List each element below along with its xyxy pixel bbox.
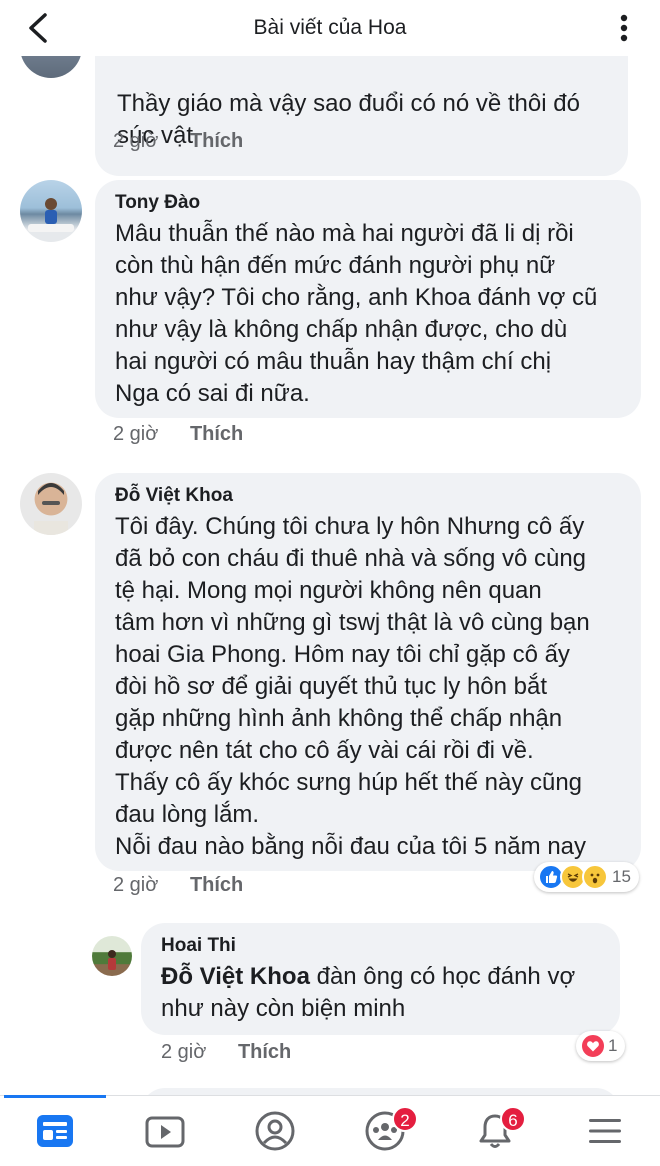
reply-author[interactable]: Hoai Thi <box>161 935 600 957</box>
comment-meta: 2 giờ Thích <box>113 130 243 153</box>
love-reaction-icon <box>580 1033 606 1059</box>
comments-feed[interactable]: Thầy giáo mà vậy sao đuổi có nó về thôi … <box>0 56 660 1096</box>
mention-link[interactable]: Đỗ Việt Khoa <box>161 963 310 990</box>
reply-time: 2 giờ <box>161 1041 207 1063</box>
hamburger-menu-icon <box>589 1119 621 1143</box>
reaction-count: 15 <box>612 867 631 886</box>
notifications-badge: 6 <box>500 1106 526 1132</box>
like-button[interactable]: Thích <box>190 874 243 896</box>
profile-icon <box>255 1111 295 1151</box>
nav-notifications[interactable]: 6 <box>440 1096 550 1166</box>
top-bar: Bài viết của Hoa <box>0 0 660 56</box>
more-vertical-icon <box>620 14 628 42</box>
bottom-navigation: 2 6 <box>0 1095 660 1166</box>
wow-reaction-icon <box>582 864 608 890</box>
nav-feed[interactable] <box>0 1095 110 1166</box>
reply-bubble[interactable]: Hoai Thi Đỗ Việt Khoa đàn ông có học đán… <box>141 923 620 1035</box>
comment-bubble[interactable]: Tony Đào Mâu thuẫn thế nào mà hai người … <box>95 180 641 418</box>
reaction-summary[interactable]: 1 <box>576 1031 626 1061</box>
nav-watch[interactable] <box>110 1096 220 1166</box>
nav-groups[interactable]: 2 <box>330 1096 440 1166</box>
reaction-count: 1 <box>608 1036 618 1055</box>
like-button[interactable]: Thích <box>238 1041 291 1063</box>
comment-text: Tôi đây. Chúng tôi chưa ly hôn Nhưng cô … <box>115 513 590 860</box>
comment-text: Mâu thuẫn thế nào mà hai người đã li dị … <box>115 220 598 407</box>
avatar[interactable] <box>92 936 132 976</box>
groups-badge: 2 <box>392 1106 418 1132</box>
chevron-left-icon <box>29 13 47 43</box>
comment-bubble[interactable]: Đỗ Việt Khoa Tôi đây. Chúng tôi chưa ly … <box>95 473 641 871</box>
avatar[interactable] <box>20 473 82 535</box>
comment-meta: 2 giờ Thích <box>113 423 243 446</box>
reaction-summary[interactable]: 15 <box>534 862 639 892</box>
back-button[interactable] <box>20 10 56 46</box>
page-title: Bài viết của Hoa <box>253 16 407 39</box>
more-options-button[interactable] <box>608 12 640 44</box>
person-photo-icon <box>108 950 116 970</box>
avatar[interactable] <box>20 56 82 78</box>
comment-author[interactable]: Tony Đào <box>115 192 621 214</box>
comment-bubble[interactable]: Thầy giáo mà vậy sao đuổi có nó về thôi … <box>95 56 628 176</box>
person-photo-icon <box>34 483 68 535</box>
reply-meta: 2 giờ Thích <box>161 1041 291 1064</box>
comment-time: 2 giờ <box>113 130 159 152</box>
nav-profile[interactable] <box>220 1096 330 1166</box>
video-play-icon <box>145 1116 185 1148</box>
comment-time: 2 giờ <box>113 423 159 445</box>
comment-meta: 2 giờ Thích <box>113 874 243 897</box>
comment-author[interactable]: Đỗ Việt Khoa <box>115 485 621 507</box>
comment-time: 2 giờ <box>113 874 159 896</box>
nav-menu[interactable] <box>550 1096 660 1166</box>
person-photo-icon <box>28 198 74 232</box>
news-feed-icon <box>37 1115 73 1147</box>
reply-text: Đỗ Việt Khoa đàn ông có học đánh vợ như … <box>161 961 600 1025</box>
like-button[interactable]: Thích <box>190 423 243 445</box>
avatar[interactable] <box>20 180 82 242</box>
like-button[interactable]: Thích <box>190 130 243 152</box>
